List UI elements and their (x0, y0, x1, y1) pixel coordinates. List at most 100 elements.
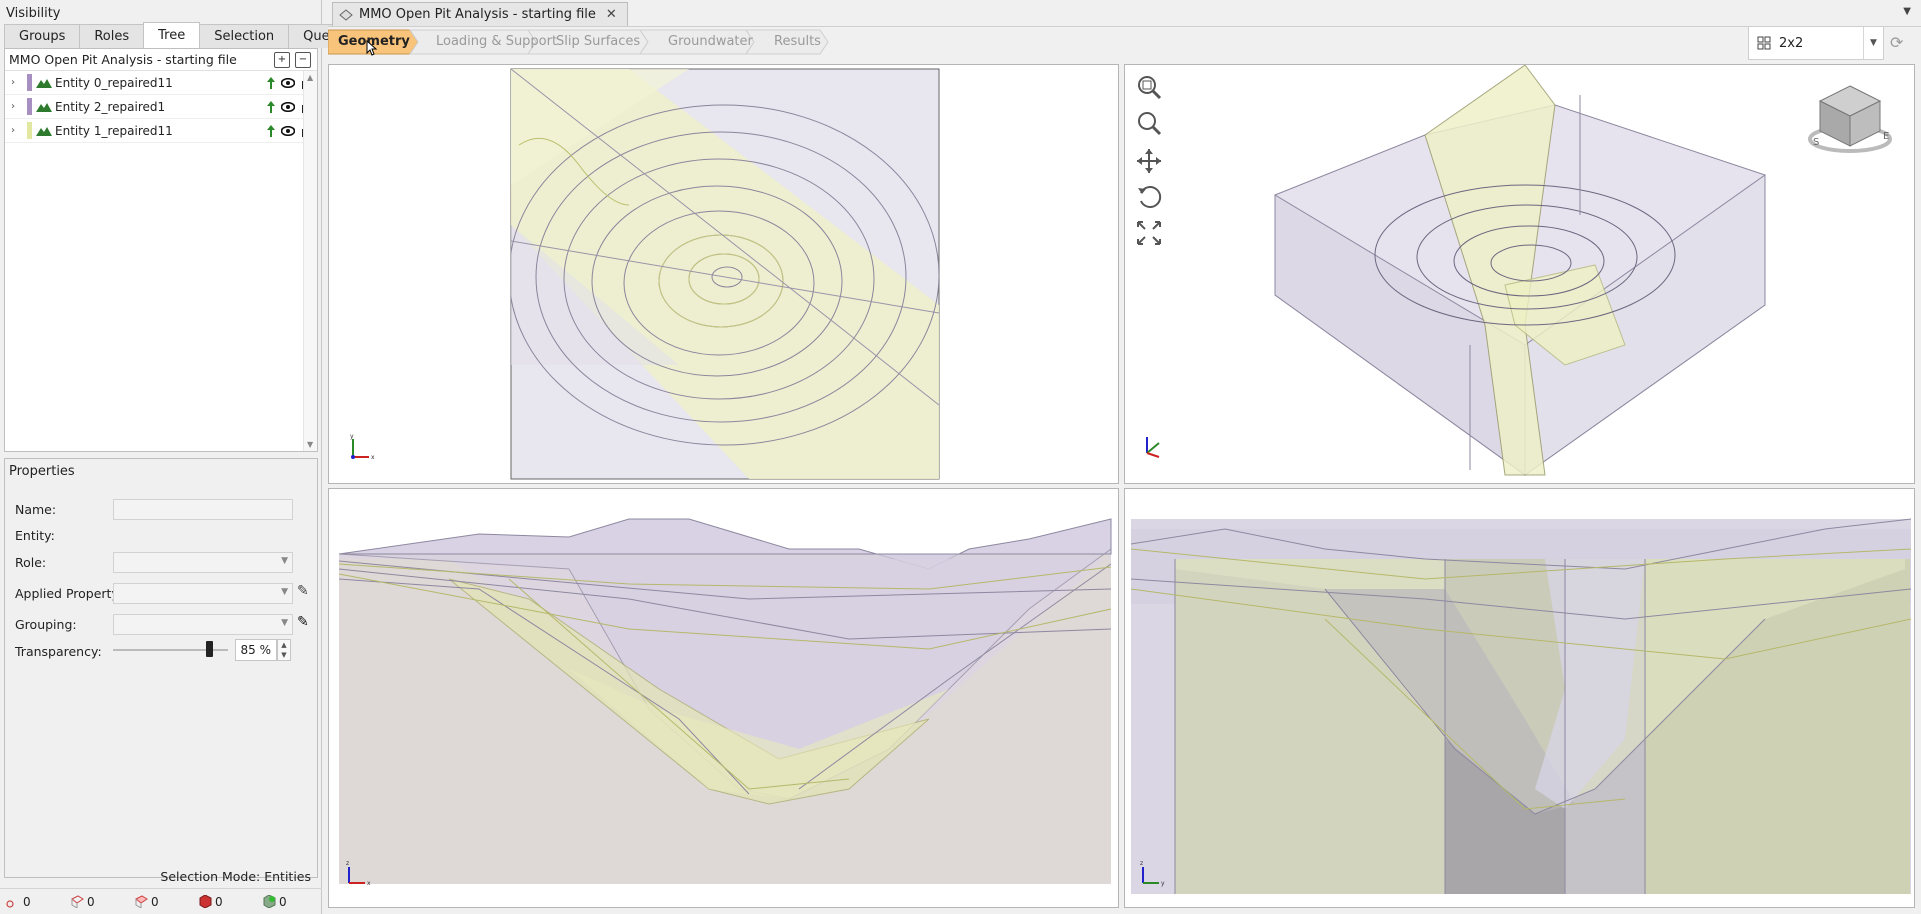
viewport-section-front[interactable]: z x (328, 488, 1119, 908)
iso-view-canvas (1274, 65, 1766, 476)
status-count: 0 (279, 894, 287, 909)
tab-groups[interactable]: Groups (4, 24, 81, 48)
view-cube-icon[interactable]: S E (1805, 81, 1895, 161)
tree-scrollbar[interactable]: ▲ ▼ (303, 71, 317, 451)
eye-icon[interactable] (281, 101, 295, 112)
tree-row[interactable]: › Entity 2_repaired1 (5, 95, 317, 119)
grouping-select[interactable]: ▼ (113, 614, 293, 635)
close-icon[interactable]: ✕ (606, 7, 617, 22)
document-tab[interactable]: MMO Open Pit Analysis - starting file ✕ (332, 2, 628, 26)
tree-row[interactable]: › Entity 0_repaired11 (5, 71, 317, 95)
entity-label: Entity: (15, 528, 55, 543)
status-count: 0 (23, 894, 31, 909)
grid-layout-icon (1757, 36, 1771, 50)
mouse-cursor-icon (366, 40, 378, 56)
expand-arrow-icon[interactable]: › (11, 77, 23, 88)
applied-property-label: Applied Property: (15, 586, 123, 601)
axis-triad-icon: z y (1140, 860, 1165, 887)
workflow-step-groundwater[interactable]: Groundwater (646, 30, 753, 54)
role-select[interactable]: ▼ (113, 552, 293, 573)
workflow-step-slip-surfaces[interactable]: Slip Surfaces (534, 30, 640, 54)
role-icon[interactable] (267, 124, 275, 137)
expand-arrow-icon[interactable]: › (11, 101, 23, 112)
chevron-down-icon: ▼ (1863, 27, 1883, 59)
edit-pencil-icon[interactable]: ✎ (297, 583, 309, 599)
name-field[interactable] (113, 499, 293, 520)
section-front-canvas (338, 518, 1112, 884)
tree-panel: MMO Open Pit Analysis - starting file + … (4, 48, 318, 452)
plan-view-canvas[interactable] (329, 65, 1119, 484)
entity-icon (36, 126, 52, 136)
status-faces: 0 (128, 895, 192, 909)
viewport-3d[interactable]: S E (1124, 64, 1915, 484)
visibility-title: Visibility (6, 6, 61, 21)
axis-triad-icon: y x (350, 433, 375, 461)
transparency-label: Transparency: (15, 644, 102, 659)
name-label: Name: (15, 502, 57, 517)
scroll-up-icon[interactable]: ▲ (307, 73, 313, 82)
role-icon[interactable] (267, 100, 275, 113)
properties-panel: Properties Name: Entity: Role: ▼ Applied… (4, 458, 318, 878)
tree-header: MMO Open Pit Analysis - starting file + … (5, 49, 317, 71)
left-panel: Visibility Groups Roles Tree Selection Q… (0, 0, 358, 914)
svg-text:z: z (346, 860, 349, 867)
workflow-bar: Geometry Loading & Support Slip Surfaces… (328, 26, 1921, 58)
status-solids: 0 (192, 895, 256, 909)
color-swatch (27, 98, 32, 115)
tree-item-label: Entity 1_repaired11 (55, 123, 173, 138)
collapse-all-icon[interactable]: − (295, 51, 311, 68)
transparency-input[interactable]: 85 % (235, 639, 277, 661)
expand-arrow-icon[interactable]: › (11, 125, 23, 136)
color-swatch (27, 122, 32, 139)
tab-selection[interactable]: Selection (199, 24, 290, 48)
color-swatch (27, 74, 32, 91)
applied-property-select[interactable]: ▼ (113, 583, 293, 604)
tree-row[interactable]: › Entity 1_repaired11 (5, 119, 317, 143)
viewport-plan[interactable]: y x (328, 64, 1119, 484)
tab-overflow-icon[interactable]: ▼ (1903, 6, 1911, 17)
transparency-stepper[interactable]: ▲ ▼ (277, 639, 291, 661)
tree-root-label: MMO Open Pit Analysis - starting file (9, 52, 237, 67)
tab-roles[interactable]: Roles (79, 24, 145, 48)
transparency-slider-thumb[interactable] (206, 641, 213, 657)
axis-triad-icon: z x (346, 860, 371, 887)
entity-icon (36, 102, 52, 112)
svg-text:E: E (1883, 131, 1889, 142)
svg-text:x: x (367, 880, 371, 887)
refresh-icon[interactable]: ⟳ (1890, 33, 1903, 52)
selection-mode-text: Selection Mode: Entities (160, 869, 311, 884)
svg-text:z: z (1140, 860, 1143, 867)
svg-text:x: x (371, 454, 375, 461)
svg-text:y: y (350, 433, 354, 440)
entity-icon (36, 78, 52, 88)
scroll-down-icon[interactable]: ▼ (307, 440, 313, 449)
document-tab-title: MMO Open Pit Analysis - starting file (359, 7, 596, 22)
tree-item-label: Entity 2_repaired1 (55, 99, 166, 114)
status-bar: 0 0 0 0 0 (0, 888, 322, 914)
layout-select[interactable]: 2x2 ▼ (1748, 26, 1884, 60)
tab-tree[interactable]: Tree (143, 22, 201, 48)
eye-icon[interactable] (281, 77, 295, 88)
layout-select-value: 2x2 (1779, 35, 1804, 51)
chevron-down-icon: ▼ (281, 618, 288, 628)
status-count: 0 (215, 894, 223, 909)
solid-icon (199, 895, 212, 908)
chevron-down-icon: ▼ (281, 587, 288, 597)
svg-text:y: y (1161, 880, 1165, 887)
properties-title: Properties (9, 464, 75, 479)
visibility-tabs: Groups Roles Tree Selection Query (4, 22, 358, 48)
document-icon (339, 8, 353, 21)
status-count: 0 (87, 894, 95, 909)
viewport-section-side[interactable]: z y (1124, 488, 1915, 908)
role-icon[interactable] (267, 76, 275, 89)
svg-text:S: S (1813, 137, 1819, 148)
chevron-down-icon: ▼ (281, 556, 288, 566)
workflow-step-results[interactable]: Results (752, 30, 821, 54)
status-nodes: 0 (0, 895, 64, 909)
status-count: 0 (151, 894, 159, 909)
expand-all-icon[interactable]: + (274, 51, 290, 68)
edit-pencil-icon[interactable]: ✎ (297, 614, 309, 630)
group-icon (263, 895, 276, 908)
eye-icon[interactable] (281, 125, 295, 136)
edge-icon (71, 895, 84, 908)
